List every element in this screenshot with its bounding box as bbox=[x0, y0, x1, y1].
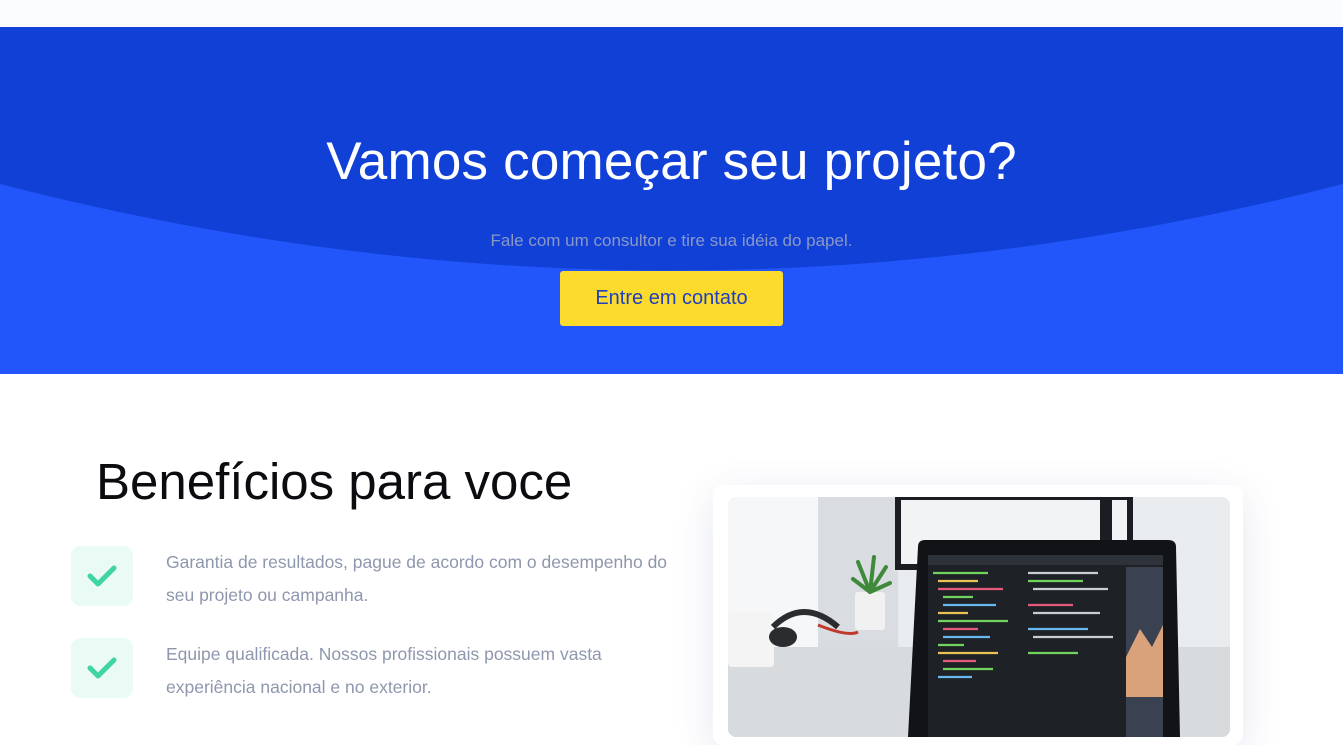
cta-subtitle: Fale com um consultor e tire sua idéia d… bbox=[490, 231, 853, 250]
contact-button[interactable]: Entre em contato bbox=[560, 271, 783, 326]
benefit-text: Equipe qualificada. Nossos profissionais… bbox=[166, 644, 602, 697]
check-icon bbox=[71, 638, 133, 698]
cta-title: Vamos começar seu projeto? bbox=[326, 132, 1017, 191]
benefit-text: Garantia de resultados, pague de acordo … bbox=[166, 552, 668, 605]
laptop-code-photo bbox=[728, 497, 1230, 737]
top-navbar-strip bbox=[0, 0, 1343, 27]
benefits-title: Benefícios para voce bbox=[96, 453, 573, 510]
cta-banner: Vamos começar seu projeto? Fale com um c… bbox=[0, 27, 1343, 374]
image-card bbox=[713, 485, 1243, 745]
check-icon bbox=[71, 546, 133, 606]
